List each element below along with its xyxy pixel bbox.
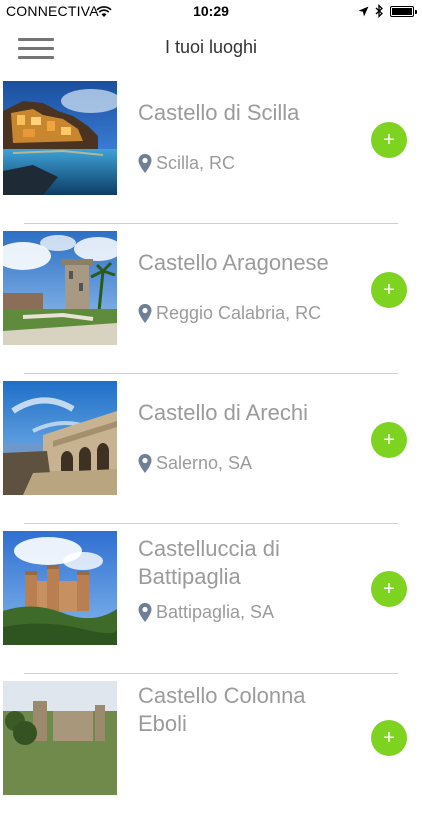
status-icons <box>358 4 417 18</box>
add-button[interactable]: + <box>371 720 407 756</box>
location-label: Reggio Calabria, RC <box>156 303 322 323</box>
navigation-bar: I tuoi luoghi <box>0 22 422 74</box>
list-item[interactable]: Castello Colonna Eboli + <box>0 674 422 824</box>
battery-icon <box>390 5 417 17</box>
place-location: Battipaglia, SA <box>138 602 274 623</box>
map-pin-icon <box>138 603 152 622</box>
place-thumbnail <box>3 81 117 195</box>
location-label: Salerno, SA <box>156 453 253 473</box>
map-pin-icon <box>138 154 152 173</box>
place-name: Castello di Arechi <box>138 400 308 425</box>
place-thumbnail <box>3 681 117 795</box>
place-name: Castello Aragonese <box>138 250 329 275</box>
add-button[interactable]: + <box>371 272 407 308</box>
add-button[interactable]: + <box>371 422 407 458</box>
list-item[interactable]: Castelluccia di Battipaglia Battipaglia,… <box>0 524 422 674</box>
location-arrow-icon <box>358 6 369 16</box>
place-name: Castello di Scilla <box>138 100 300 125</box>
list-item[interactable]: Castello Aragonese Reggio Calabria, RC + <box>0 224 422 374</box>
map-pin-icon <box>138 304 152 323</box>
list-item[interactable]: Castello di Arechi Salerno, SA + <box>0 374 422 524</box>
list-item[interactable]: Castello di Scilla Scilla, RC + <box>0 74 422 224</box>
places-list: Castello di Scilla Scilla, RC + Castello… <box>0 74 422 824</box>
place-location: Salerno, SA <box>138 453 252 474</box>
bluetooth-icon <box>375 4 383 18</box>
map-pin-icon <box>138 454 152 473</box>
place-thumbnail <box>3 381 117 495</box>
place-name: Castelluccia di Battipaglia <box>138 536 280 589</box>
add-button[interactable]: + <box>371 571 407 607</box>
place-location: Reggio Calabria, RC <box>138 303 321 324</box>
place-name: Castello Colonna Eboli <box>138 683 306 736</box>
location-label: Scilla, RC <box>156 153 236 173</box>
location-label: Battipaglia, SA <box>156 602 275 622</box>
page-title: I tuoi luoghi <box>164 37 258 57</box>
place-thumbnail <box>3 231 117 345</box>
status-bar: CONNECTIVA 10:29 <box>0 0 422 22</box>
place-thumbnail <box>3 531 117 645</box>
place-location: Scilla, RC <box>138 153 235 174</box>
add-button[interactable]: + <box>371 122 407 158</box>
